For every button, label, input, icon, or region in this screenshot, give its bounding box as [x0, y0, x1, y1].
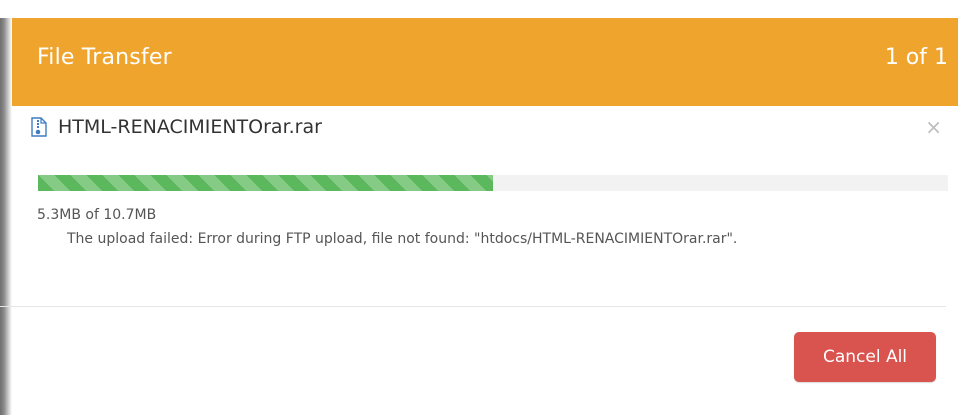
- file-name: HTML-RENACIMIENTOrar.rar: [58, 116, 322, 138]
- transfer-item: HTML-RENACIMIENTOrar.rar ×: [30, 115, 950, 140]
- upload-error-message: The upload failed: Error during FTP uplo…: [67, 231, 738, 247]
- close-icon[interactable]: ×: [925, 115, 942, 139]
- upload-progress-bar: [38, 175, 948, 191]
- cancel-all-button[interactable]: Cancel All: [794, 332, 936, 382]
- dialog-title: File Transfer: [37, 45, 172, 70]
- upload-progress-fill: [38, 175, 493, 191]
- dialog-header: File Transfer 1 of 1: [12, 18, 958, 106]
- screen: File Transfer 1 of 1 HTML-RENACIMIENTOra…: [0, 0, 958, 415]
- transfer-counter: 1 of 1: [884, 45, 948, 70]
- footer-divider: [0, 306, 946, 307]
- modal-shadow-edge: [0, 18, 12, 415]
- transfer-size: 5.3MB of 10.7MB: [37, 207, 157, 223]
- archive-file-icon: [30, 117, 48, 137]
